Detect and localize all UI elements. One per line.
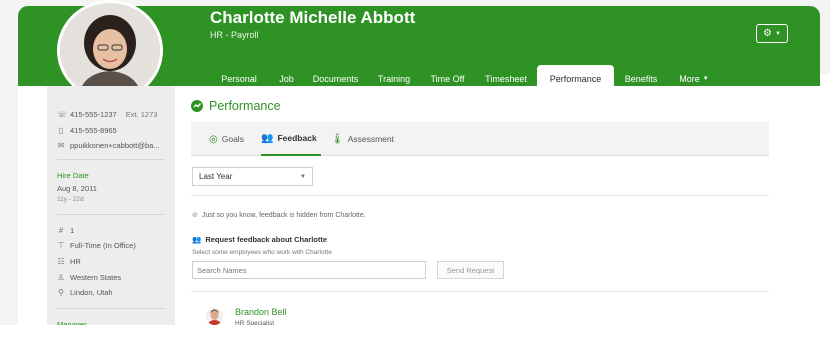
phone-icon: ☏ [57, 110, 68, 119]
request-feedback-subtitle: Select some employees who work with Char… [192, 249, 332, 256]
employee-sidebar: ☏ 415-555-1237 Ext. 1273 ▯ 415-555-8965 … [47, 86, 175, 337]
divider [57, 159, 165, 160]
thermometer-icon: 🌡 [331, 133, 344, 145]
divider [57, 308, 165, 309]
tab-more[interactable]: More ▼ [668, 65, 720, 92]
performance-subtabs: ◎ Goals 👥 Feedback 🌡 Assessment [191, 122, 769, 156]
hire-date-value: Aug 8, 2011 [57, 184, 97, 193]
gear-icon: ⚙ [763, 28, 772, 39]
hidden-notice: ⊘ Just so you know, feedback is hidden f… [192, 211, 366, 220]
tab-personal[interactable]: Personal [208, 65, 270, 92]
divider [191, 195, 769, 196]
employment-status: ⊤ Full-Time (In Office) [57, 241, 136, 250]
tenure-value: 11y - 22d [57, 196, 84, 203]
chevron-down-icon: ▼ [300, 173, 306, 180]
profile-tabs: Personal Job Documents Training Time Off… [208, 65, 720, 92]
page-title-text: Performance [209, 99, 281, 113]
tab-label: Time Off [430, 73, 465, 84]
employee-role: HR - Payroll [210, 30, 259, 40]
tab-time-off[interactable]: Time Off [420, 65, 475, 92]
location-pin-icon: ⚲ [58, 288, 64, 297]
mobile-icon: ▯ [58, 126, 64, 135]
tab-performance[interactable]: Performance [537, 65, 614, 92]
person-photo [206, 308, 223, 325]
period-select-value: Last Year [199, 172, 233, 181]
subtab-goals[interactable]: ◎ Goals [209, 122, 244, 156]
subtab-label: Feedback [277, 133, 317, 143]
people-icon: 👥 [261, 132, 274, 144]
employment-status-value: Full-Time (In Office) [70, 241, 136, 250]
tab-label: Training [377, 73, 411, 84]
department: ☷ HR [57, 257, 81, 266]
hash-icon: # [58, 226, 64, 235]
tab-timesheet[interactable]: Timesheet [475, 65, 537, 92]
email[interactable]: ✉ ppuikkonen+cabbott@ba... [57, 141, 160, 150]
tab-label: Personal [221, 73, 257, 84]
people-icon: ☷ [57, 257, 65, 266]
period-select[interactable]: Last Year ▼ [192, 167, 313, 186]
employee-number: # 1 [57, 226, 74, 235]
tab-label: Timesheet [485, 73, 527, 84]
location-value: Lindon, Utah [70, 288, 113, 297]
org-chart-icon: ♙ [57, 273, 65, 282]
subtab-assessment[interactable]: 🌡 Assessment [331, 122, 394, 156]
work-phone-ext: Ext. 1273 [125, 110, 158, 119]
tab-label: Documents [312, 73, 359, 84]
division-value: Western States [70, 273, 122, 282]
hire-date-label: Hire Date [57, 171, 89, 180]
request-feedback-title: 👥 Request feedback about Charlotte [192, 235, 327, 244]
search-input[interactable] [192, 261, 426, 279]
page-background-left [0, 0, 18, 337]
settings-button[interactable]: ⚙ ▼ [756, 24, 788, 43]
avatar [206, 308, 223, 325]
mobile-phone: ▯ 415-555-8965 [57, 126, 117, 135]
subtab-label: Goals [221, 134, 244, 144]
tab-benefits[interactable]: Benefits [614, 65, 668, 92]
tab-label: Performance [549, 73, 602, 84]
target-icon: ◎ [209, 133, 218, 145]
subtab-label: Assessment [347, 134, 394, 144]
tab-label: Benefits [624, 73, 658, 84]
tab-documents[interactable]: Documents [303, 65, 368, 92]
work-phone: ☏ 415-555-1237 Ext. 1273 [57, 110, 157, 119]
subtab-feedback[interactable]: 👥 Feedback [261, 122, 321, 156]
chevron-down-icon: ▼ [702, 75, 709, 82]
department-value: HR [70, 257, 81, 266]
feedback-person-name[interactable]: Brandon Bell [235, 307, 287, 317]
avatar-photo [60, 3, 160, 98]
tab-label: Job [279, 73, 294, 84]
performance-icon [191, 100, 203, 112]
division: ♙ Western States [57, 273, 121, 282]
request-feedback-title-text: Request feedback about Charlotte [205, 235, 328, 244]
people-icon: 👥 [192, 235, 202, 244]
tab-training[interactable]: Training [368, 65, 420, 92]
page-bottom [0, 325, 830, 337]
page-title: Performance [191, 99, 281, 113]
mobile-phone-value: 415-555-8965 [70, 126, 117, 135]
divider [191, 291, 769, 292]
email-value[interactable]: ppuikkonen+cabbott@ba... [70, 141, 160, 150]
tab-label: More [679, 73, 700, 84]
divider [57, 214, 165, 215]
tab-job[interactable]: Job [270, 65, 303, 92]
chevron-down-icon: ▼ [775, 30, 781, 37]
email-icon: ✉ [57, 141, 65, 150]
hidden-notice-text: Just so you know, feedback is hidden fro… [201, 211, 366, 219]
eye-slash-icon: ⊘ [192, 212, 198, 219]
employee-name: Charlotte Michelle Abbott [210, 8, 416, 27]
location: ⚲ Lindon, Utah [57, 288, 113, 297]
employee-number-value: 1 [70, 226, 75, 235]
send-request-button[interactable]: Send Request [437, 261, 504, 279]
work-phone-value: 415-555-1237 [70, 110, 117, 119]
badge-icon: ⊤ [57, 241, 65, 250]
